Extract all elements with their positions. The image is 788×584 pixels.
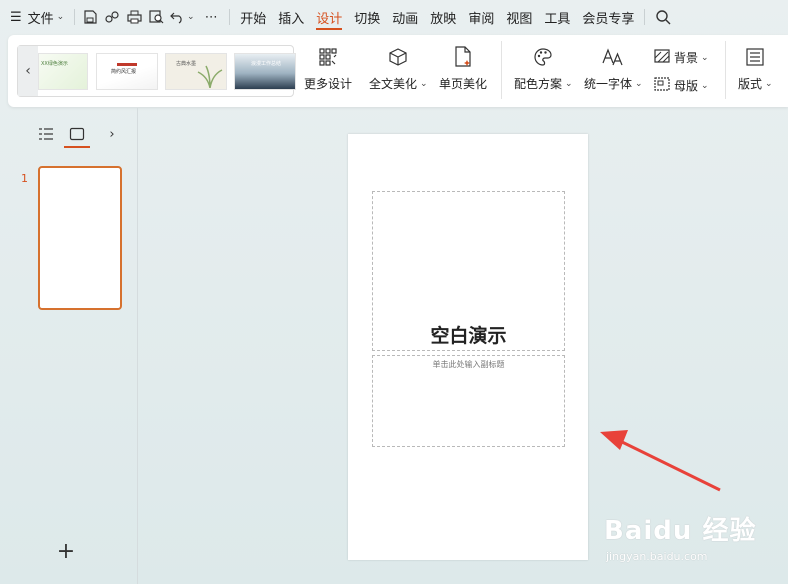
master-icon [654,77,670,94]
tab-view[interactable]: 视图 [500,0,538,34]
menu-bar: ☰ 文件 ⌄ ⌄ ⋯ 开始 插入 设计 切换 动画 放映 审阅 视图 工具 会员… [0,0,788,34]
background-label: 背景 [674,51,699,65]
layout-label: 版式 [738,77,763,91]
cube-icon [388,43,408,71]
template-thumb-3[interactable]: 古典水墨 [165,53,227,90]
tab-animation[interactable]: 动画 [386,0,424,34]
annotation-arrow [600,430,721,492]
tab-insert[interactable]: 插入 [272,0,310,34]
active-view-indicator [64,146,90,148]
background-button[interactable]: 背景 ⌄ [654,49,709,66]
design-ribbon: ‹ XX绿色演示 简约风汇报 古典水墨 浪漫工作总结 更多设计 全文美化 ⌄ 单… [8,35,788,107]
slide-subtitle: 单击此处输入副标题 [432,360,505,369]
color-scheme-button[interactable]: 配色方案 ⌄ [514,43,573,92]
template-thumb-accent [117,63,137,66]
chevron-left-icon[interactable]: ‹ [18,46,38,96]
template-thumb-4[interactable]: 浪漫工作总结 [234,53,296,90]
watermark-url: jingyan.baidu.com [606,550,708,563]
tab-tools[interactable]: 工具 [538,0,576,34]
more-design-label: 更多设计 [304,77,353,91]
tab-slideshow[interactable]: 放映 [424,0,462,34]
divider [229,9,231,25]
template-thumb-1[interactable]: XX绿色演示 [38,53,88,90]
chevron-down-icon: ⌄ [635,78,643,89]
more-design-button[interactable]: 更多设计 [304,43,352,92]
page-sparkle-icon [453,43,473,71]
page-beautify-button[interactable]: 单页美化 [439,43,487,92]
template-thumb-text: 简约风汇报 [111,69,137,75]
slide-title: 空白演示 [430,325,507,347]
full-beautify-button[interactable]: 全文美化 ⌄ [369,43,428,92]
layout-icon [745,43,765,71]
chevron-down-icon: ⌄ [56,12,65,22]
template-thumb-2[interactable]: 简约风汇报 [96,53,158,90]
divider [725,41,726,99]
master-button[interactable]: 母版 ⌄ [654,77,709,94]
subtitle-placeholder[interactable]: 单击此处输入副标题 [372,355,565,447]
palette-icon [533,43,553,71]
slide-thumbnail[interactable] [38,166,122,310]
master-label: 母版 [674,79,699,93]
menu-file-label: 文件 [27,11,54,27]
unify-font-label: 统一字体 [584,77,633,91]
chevron-down-icon: ⌄ [186,12,195,22]
title-placeholder[interactable]: 空白演示 [372,191,565,351]
add-slide-button[interactable]: + [56,541,76,563]
page-beautify-label: 单页美化 [439,77,488,91]
design-templates-gallery: ‹ XX绿色演示 简约风汇报 古典水墨 浪漫工作总结 [17,45,296,97]
chevron-down-icon: ⌄ [565,78,573,89]
search-icon[interactable] [649,0,677,34]
tab-review[interactable]: 审阅 [462,0,500,34]
layout-button[interactable]: 版式 ⌄ [738,43,773,92]
divider [644,9,646,25]
template-thumb-text: 古典水墨 [176,61,197,67]
grid-icon [318,43,338,71]
slide-number: 1 [21,172,28,185]
chevron-down-icon: ⌄ [701,80,709,91]
chevron-down-icon: ⌄ [765,78,773,89]
more-icon[interactable]: ⋯ [197,0,225,34]
chevron-down-icon: ⌄ [701,52,709,63]
divider [501,41,502,99]
full-beautify-label: 全文美化 [369,77,418,91]
font-icon [602,43,624,71]
slide-view-icon[interactable] [65,124,89,144]
watermark-brand: Baidu 经验 [604,516,757,546]
background-icon [654,49,670,66]
save-icon[interactable] [79,0,101,34]
tab-home[interactable]: 开始 [234,0,272,34]
slide-canvas[interactable]: 空白演示 单击此处输入副标题 [348,134,588,560]
undo-icon[interactable]: ⌄ [167,0,197,34]
template-thumb-text: XX绿色演示 [41,61,68,67]
tab-transition[interactable]: 切换 [348,0,386,34]
chevron-right-icon[interactable]: › [100,124,124,144]
outline-view-icon[interactable] [34,124,58,144]
color-scheme-label: 配色方案 [514,77,563,91]
slides-panel: › 1 + [0,108,138,584]
tab-design[interactable]: 设计 [310,0,348,34]
chevron-down-icon: ⌄ [420,78,428,89]
template-thumb-text: 浪漫工作总结 [251,61,282,67]
baidu-watermark: Baidu 经验 jingyan.baidu.com [604,510,757,570]
menu-file[interactable]: ☰ 文件 ⌄ [0,0,70,34]
print-preview-icon[interactable] [145,0,167,34]
divider [74,9,76,25]
print-icon[interactable] [123,0,145,34]
hamburger-icon: ☰ [10,9,22,25]
share-icon[interactable] [101,0,123,34]
unify-font-button[interactable]: 统一字体 ⌄ [584,43,643,92]
tab-member[interactable]: 会员专享 [576,0,640,34]
